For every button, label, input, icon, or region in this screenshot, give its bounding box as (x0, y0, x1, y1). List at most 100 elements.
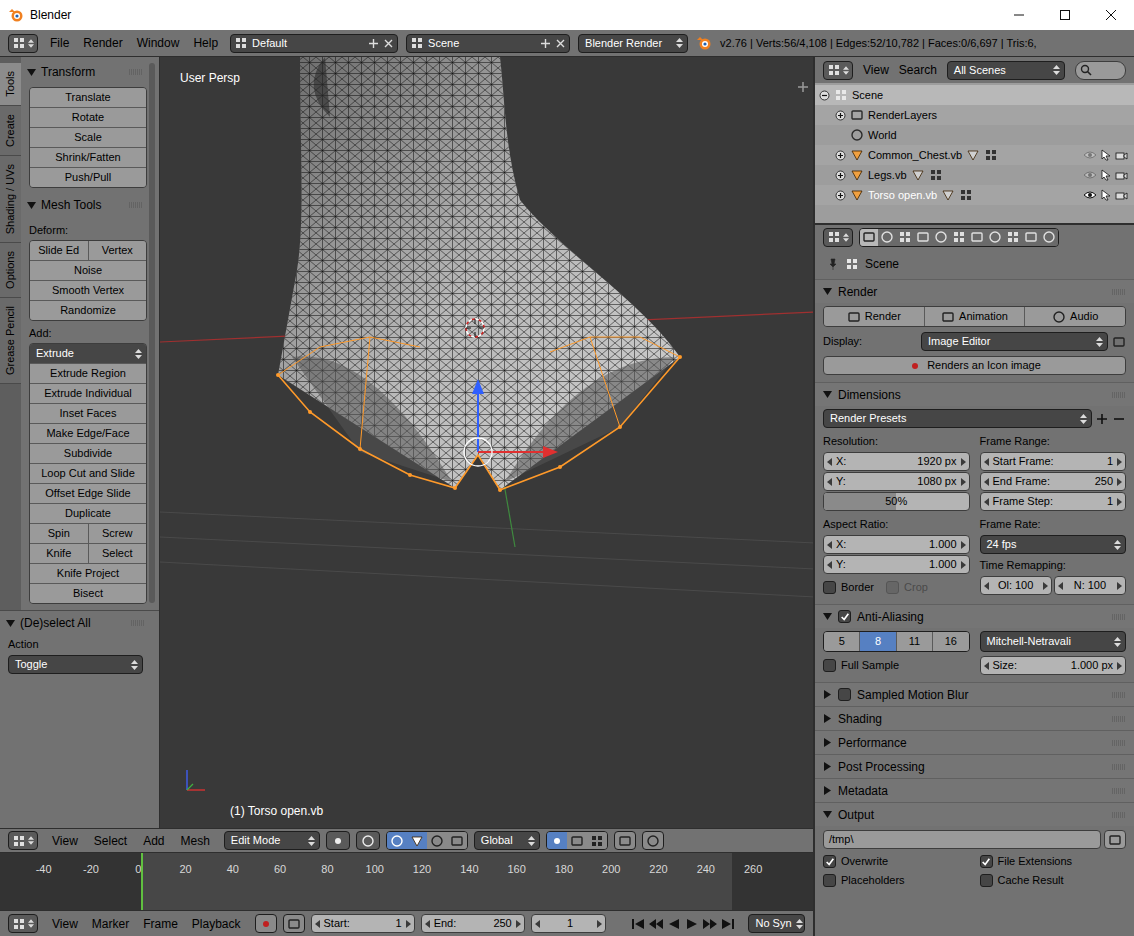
outliner-search-field[interactable] (1075, 61, 1126, 80)
remove-scene-icon[interactable] (555, 38, 566, 49)
resolution-percentage-slider[interactable]: 50% (823, 492, 970, 511)
panel-grip-icon[interactable] (131, 620, 145, 626)
properties-tab[interactable] (932, 229, 950, 246)
tool-button[interactable]: Slide Ed (30, 241, 88, 260)
increment-arrow-icon[interactable] (1116, 478, 1122, 486)
select-cursor-icon[interactable] (1101, 169, 1111, 181)
add-scene-icon[interactable] (540, 38, 551, 49)
panel-grip-icon[interactable] (1112, 289, 1126, 295)
expanded-triangle-icon[interactable] (823, 287, 832, 296)
output-option-checkbox[interactable]: File Extensions (980, 852, 1127, 871)
panel-header[interactable]: Post Processing (815, 754, 1134, 778)
panel-grip-icon[interactable] (129, 202, 143, 208)
remove-preset-icon[interactable] (1112, 412, 1126, 426)
select-cursor-icon[interactable] (1101, 149, 1111, 161)
output-option-checkbox[interactable]: Placeholders (823, 871, 970, 890)
tool-button[interactable]: Knife Project (30, 564, 146, 583)
sample-radio[interactable]: 8 (859, 632, 895, 651)
properties-tab[interactable] (1040, 229, 1058, 246)
panel-checkbox[interactable] (838, 688, 851, 701)
increment-arrow-icon[interactable] (960, 458, 966, 466)
properties-toggle-icon[interactable] (797, 81, 809, 93)
decrement-arrow-icon[interactable] (984, 458, 990, 466)
tool-button[interactable]: Bisect (30, 584, 146, 603)
header-menu[interactable]: Marker (92, 915, 129, 933)
tool-button[interactable]: Inset Faces (30, 404, 146, 423)
tool-shelf-tab[interactable]: Create (0, 106, 21, 156)
expand-icon[interactable] (835, 150, 846, 161)
frame-range-field[interactable]: Start Frame:1 (980, 452, 1127, 471)
translate-manipulator[interactable] (407, 832, 427, 849)
border-checkbox[interactable]: Border (823, 578, 874, 597)
header-menu[interactable]: View (52, 832, 78, 850)
mode-dropdown[interactable]: Edit Mode (224, 831, 320, 850)
end-frame-field[interactable]: End:250 (421, 914, 525, 933)
header-menu[interactable]: Mesh (181, 832, 210, 850)
outliner-row[interactable]: Legs.vb (815, 165, 1134, 185)
output-option-checkbox[interactable]: Overwrite (823, 852, 970, 871)
action-dropdown[interactable]: Toggle (8, 655, 143, 674)
visibility-eye-icon[interactable] (1083, 170, 1097, 180)
decrement-arrow-icon[interactable] (827, 561, 833, 569)
tool-button[interactable]: Screw (88, 524, 147, 543)
frame-rate-dropdown[interactable]: 24 fps (980, 535, 1127, 554)
panel-grip-icon[interactable] (1112, 692, 1126, 698)
expanded-triangle-icon[interactable] (27, 201, 36, 210)
lock-icon[interactable] (1112, 335, 1126, 349)
panel-header[interactable]: Anti-Aliasing (815, 604, 1134, 628)
tool-shelf-tab[interactable]: Shading / UVs (0, 156, 21, 243)
occlude-button[interactable] (614, 831, 636, 850)
increment-arrow-icon[interactable] (405, 920, 411, 928)
manipulator-toggle[interactable] (387, 832, 407, 849)
checkbox-box[interactable] (823, 581, 836, 594)
increment-arrow-icon[interactable] (1042, 582, 1048, 590)
outliner-row[interactable]: Common_Chest.vb (815, 145, 1134, 165)
render-presets-dropdown[interactable]: Render Presets (823, 409, 1092, 428)
outliner-row[interactable]: World (815, 125, 1134, 145)
increment-arrow-icon[interactable] (515, 920, 521, 928)
render-camera-icon[interactable] (1115, 170, 1128, 181)
expanded-triangle-icon[interactable] (823, 390, 832, 399)
increment-arrow-icon[interactable] (1116, 662, 1122, 670)
collapsed-triangle-icon[interactable] (823, 786, 832, 795)
outliner-row[interactable]: Torso open.vb (815, 185, 1134, 205)
decrement-arrow-icon[interactable] (984, 582, 990, 590)
output-option-checkbox[interactable]: Cache Result (980, 871, 1127, 890)
aspect-field[interactable]: X:1.000 (823, 535, 970, 554)
increment-arrow-icon[interactable] (596, 920, 602, 928)
visibility-eye-icon[interactable] (1083, 150, 1097, 160)
panel-grip-icon[interactable] (1112, 740, 1126, 746)
rotate-manipulator[interactable] (427, 832, 447, 849)
screen-layout-field[interactable]: Default (230, 34, 398, 53)
output-path-field[interactable]: /tmp\ (823, 830, 1101, 849)
panel-header[interactable]: Render (815, 279, 1134, 303)
panel-header[interactable]: Performance (815, 730, 1134, 754)
pin-icon[interactable] (827, 258, 839, 270)
properties-tab[interactable] (896, 229, 914, 246)
icon-render-button[interactable]: Renders an Icon image (823, 356, 1126, 375)
increment-arrow-icon[interactable] (1116, 498, 1122, 506)
decrement-arrow-icon[interactable] (827, 478, 833, 486)
panel-grip-icon[interactable] (1112, 392, 1126, 398)
header-menu[interactable]: Select (94, 832, 127, 850)
header-menu[interactable]: Add (143, 832, 164, 850)
tool-shelf-tab[interactable]: Grease Pencil (0, 298, 21, 384)
sync-dropdown[interactable]: No Syn (748, 914, 805, 933)
panel-grip-icon[interactable] (1112, 764, 1126, 770)
frame-range-field[interactable]: End Frame:250 (980, 472, 1127, 491)
decrement-arrow-icon[interactable] (1058, 582, 1064, 590)
tool-button[interactable]: Randomize (30, 301, 146, 320)
time-remap-field[interactable]: Ol:100 (980, 576, 1052, 595)
editor-type-button[interactable] (823, 61, 853, 80)
increment-arrow-icon[interactable] (1116, 582, 1122, 590)
tool-button[interactable]: Spin (30, 524, 88, 543)
resolution-field[interactable]: X:1920 px (823, 452, 970, 471)
expanded-triangle-icon[interactable] (6, 619, 15, 628)
display-dropdown[interactable]: Image Editor (921, 332, 1108, 351)
resolution-field[interactable]: Y:1080 px (823, 472, 970, 491)
collapsed-triangle-icon[interactable] (823, 762, 832, 771)
panel-header[interactable]: Dimensions (815, 382, 1134, 406)
lock-button[interactable] (283, 914, 305, 933)
timeline[interactable]: -40-200204060801001201401601802002202402… (0, 852, 813, 910)
orientation-dropdown[interactable]: Global (474, 831, 540, 850)
